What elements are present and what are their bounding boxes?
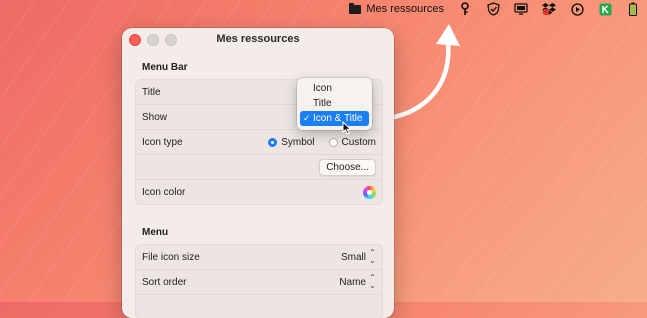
file-icon-size-value: Small <box>340 251 366 263</box>
section-title-menu: Menu <box>142 227 169 238</box>
close-button[interactable] <box>129 34 141 46</box>
menubar-battery-item[interactable] <box>619 0 647 18</box>
icon-color-row: Icon color <box>136 180 382 204</box>
checkmark-icon: ✓ <box>303 113 311 123</box>
play-circle-icon <box>570 2 584 16</box>
menubar-k-item[interactable] <box>591 0 619 18</box>
popup-item-title[interactable]: Title <box>300 96 369 111</box>
chevron-up-down-icon: ⌃ ⌄ <box>369 248 376 265</box>
traffic-lights <box>129 34 177 46</box>
radio-symbol[interactable] <box>268 137 278 147</box>
sort-order-row: Sort order Name ⌃ ⌄ <box>136 270 382 295</box>
radio-custom[interactable] <box>328 137 338 147</box>
menubar-play-item[interactable] <box>563 0 591 18</box>
choose-row: Choose... <box>136 155 382 180</box>
menu-settings-group: File icon size Small ⌃ ⌄ Sort order Name … <box>135 244 383 318</box>
preferences-window: Mes ressources Menu Bar Title Show Icon … <box>122 28 394 318</box>
color-well[interactable] <box>363 185 376 199</box>
radio-custom-label: Custom <box>341 136 376 148</box>
file-icon-size-row: File icon size Small ⌃ ⌄ <box>136 245 382 270</box>
menubar-app-label: Mes ressources <box>366 3 444 15</box>
window-titlebar: Mes ressources <box>122 28 394 50</box>
section-title-menu-bar: Menu Bar <box>142 62 188 73</box>
file-icon-size-label: File icon size <box>142 251 200 263</box>
zoom-button[interactable] <box>165 34 177 46</box>
menubar-dropbox-item[interactable] <box>535 0 563 18</box>
menubar-key-item[interactable] <box>451 0 479 18</box>
sort-order-select[interactable]: Name ⌃ ⌄ <box>339 274 376 290</box>
sort-order-label: Sort order <box>142 276 187 288</box>
extra-row <box>136 295 382 318</box>
dropbox-icon <box>542 2 556 16</box>
choose-button[interactable]: Choose... <box>319 158 376 176</box>
minimize-button[interactable] <box>147 34 159 46</box>
popup-item-icon-and-title[interactable]: ✓ Icon & Title <box>300 111 369 126</box>
battery-icon <box>626 2 640 16</box>
popup-item-title-label: Title <box>313 98 332 109</box>
chevron-up-down-icon: ⌃ ⌄ <box>369 273 376 290</box>
show-popup-menu: Icon Title ✓ Icon & Title <box>297 78 372 130</box>
folder-icon <box>348 2 362 16</box>
file-icon-size-select[interactable]: Small ⌃ ⌄ <box>341 249 376 265</box>
mouse-cursor-icon <box>342 121 352 135</box>
display-icon <box>514 2 528 16</box>
popup-item-icon-label: Icon <box>313 83 332 94</box>
key-icon <box>458 2 472 16</box>
window-title: Mes ressources <box>216 33 300 45</box>
menubar-shield-item[interactable] <box>479 0 507 18</box>
menu-bar: Mes ressources <box>0 0 647 18</box>
menubar-app-item[interactable]: Mes ressources <box>341 0 451 18</box>
popup-item-icon[interactable]: Icon <box>300 81 369 96</box>
radio-symbol-label: Symbol <box>281 136 315 148</box>
k-icon <box>598 2 612 16</box>
sort-order-value: Name <box>339 276 366 288</box>
icon-type-label: Icon type <box>142 136 183 148</box>
menubar-display-item[interactable] <box>507 0 535 18</box>
popup-item-icon-and-title-label: Icon & Title <box>313 113 363 124</box>
icon-color-label: Icon color <box>142 186 186 198</box>
shield-check-icon <box>486 2 500 16</box>
